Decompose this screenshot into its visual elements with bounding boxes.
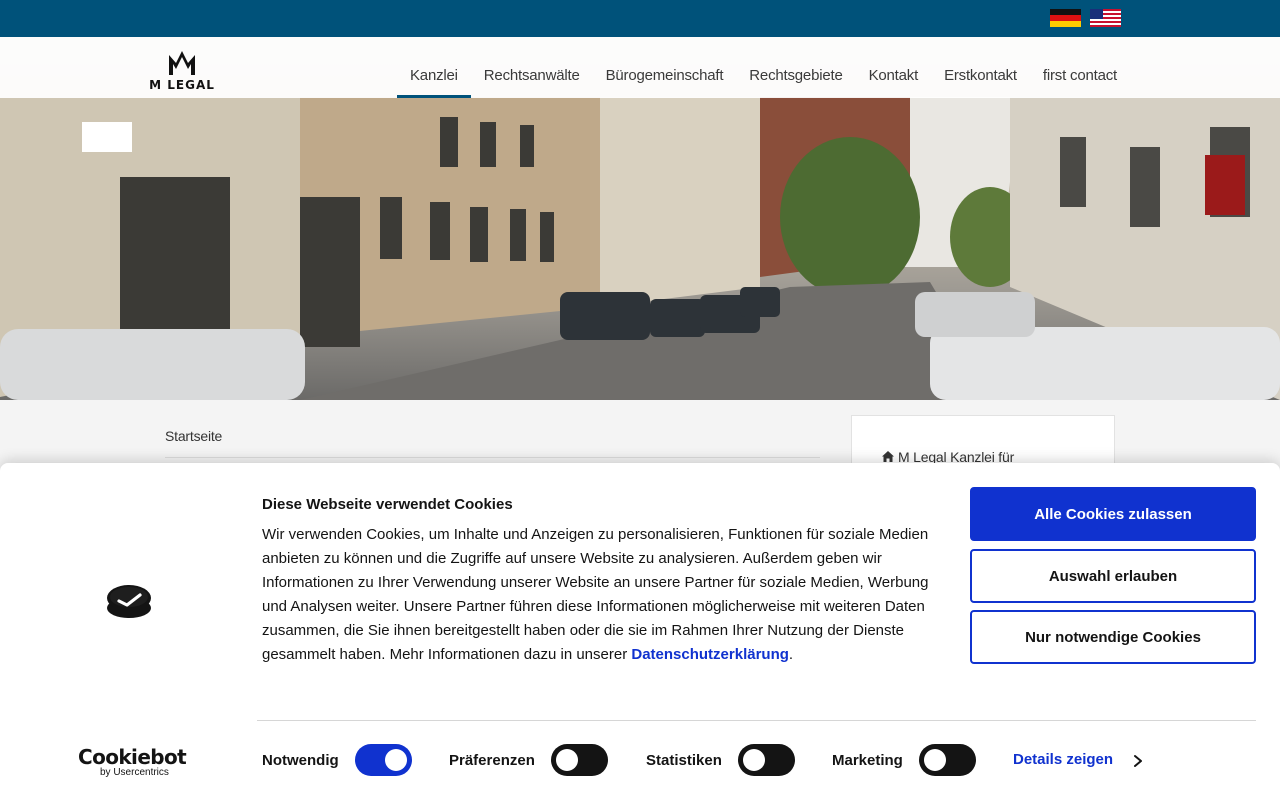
breadcrumb-divider [165,457,820,458]
site-header: M LEGAL Kanzlei Rechtsanwälte Bürogemein… [0,37,1280,98]
german-flag-icon[interactable] [1050,9,1081,27]
nav-item-rechtsgebiete[interactable]: Rechtsgebiete [736,37,855,98]
toggle-preferences-switch[interactable] [550,744,608,776]
logo[interactable]: M LEGAL [149,49,215,93]
allow-selection-button[interactable]: Auswahl erlauben [970,549,1256,603]
cookie-banner-text-end: . [788,646,794,663]
m-legal-logo-icon [169,51,195,75]
privacy-policy-link[interactable]: Datenschutzerklärung [631,646,789,663]
nav-item-kontakt[interactable]: Kontakt [856,37,931,98]
toggle-preferences: Präferenzen [449,743,608,777]
toggle-statistics-label: Statistiken [646,751,722,769]
cookie-banner-text: Wir verwenden Cookies, um Inhalte und An… [262,523,934,667]
necessary-cookies-only-button[interactable]: Nur notwendige Cookies [970,610,1256,664]
toggle-marketing: Marketing [832,743,976,777]
cookie-banner-title: Diese Webseite verwendet Cookies [262,496,513,513]
cookie-banner-body: Wir verwenden Cookies, um Inhalte und An… [262,526,929,663]
cookiebot-brand-sub: by Usercentrics [100,767,169,778]
us-flag-icon[interactable] [1090,9,1121,27]
nav-item-rechtsanwaelte[interactable]: Rechtsanwälte [471,37,593,98]
chevron-right-icon[interactable] [1131,754,1145,768]
nav-item-first-contact[interactable]: first contact [1030,37,1130,98]
toggle-statistics-switch[interactable] [737,744,795,776]
cookiebot-logo-icon [107,585,151,618]
cookiebot-brand[interactable]: Cookiebot by Usercentrics [78,746,188,780]
cookie-banner-divider [257,720,1256,721]
breadcrumb[interactable]: Startseite [165,428,222,444]
nav-item-buerogemeinschaft[interactable]: Bürogemeinschaft [593,37,737,98]
home-icon [882,451,894,462]
cookie-banner: Diese Webseite verwendet Cookies Wir ver… [0,463,1280,800]
nav-item-kanzlei[interactable]: Kanzlei [397,37,471,98]
logo-text: M LEGAL [149,78,215,92]
toggle-necessary: Notwendig [262,743,412,777]
toggle-necessary-label: Notwendig [262,751,339,769]
cookiebot-brand-name: Cookiebot [78,745,187,769]
top-bar [0,0,1280,37]
show-details-link[interactable]: Details zeigen [1013,751,1113,768]
main-nav: Kanzlei Rechtsanwälte Bürogemeinschaft R… [397,37,1130,98]
toggle-preferences-label: Präferenzen [449,751,535,769]
toggle-statistics: Statistiken [646,743,795,777]
toggle-marketing-switch[interactable] [918,744,976,776]
toggle-marketing-label: Marketing [832,751,903,769]
allow-all-cookies-button[interactable]: Alle Cookies zulassen [970,487,1256,541]
nav-item-erstkontakt[interactable]: Erstkontakt [931,37,1030,98]
toggle-necessary-switch[interactable] [354,744,412,776]
